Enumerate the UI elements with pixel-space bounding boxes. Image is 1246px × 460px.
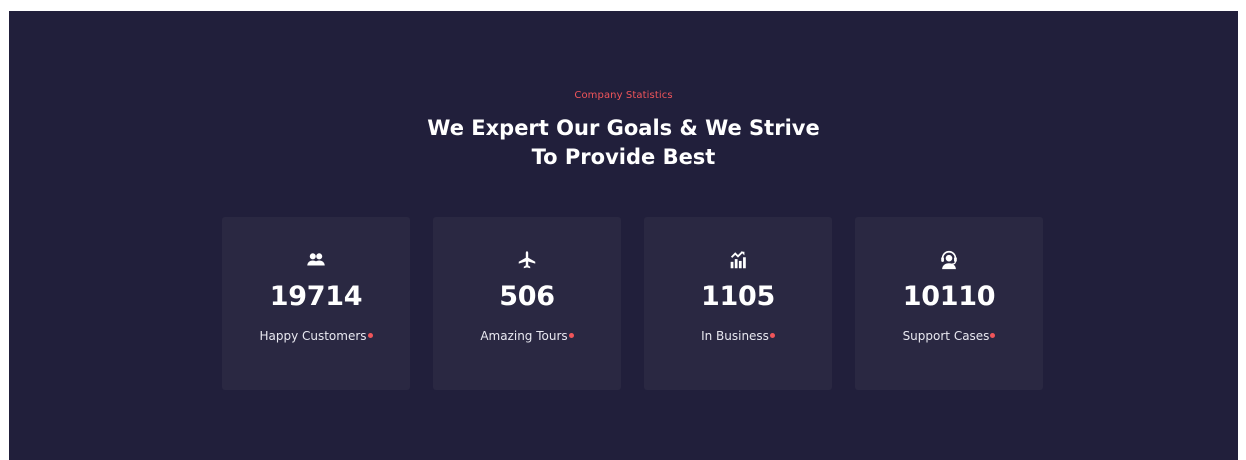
users-icon — [222, 249, 410, 271]
stat-label-text: Support Cases — [902, 329, 990, 343]
accent-dot — [367, 333, 373, 338]
support-agent-icon — [855, 249, 1043, 271]
stat-label: In Business — [644, 329, 832, 343]
airplane-icon — [433, 249, 621, 271]
stat-label: Amazing Tours — [433, 329, 621, 343]
stat-card-happy-customers: 19714 Happy Customers — [222, 217, 410, 390]
stat-card-support-cases: 10110 Support Cases — [855, 217, 1043, 390]
stat-card-in-business: 1105 In Business — [644, 217, 832, 390]
headline-line-1: We Expert Our Goals & We Strive — [427, 116, 820, 140]
stat-label: Happy Customers — [222, 329, 410, 343]
section-headline: We Expert Our Goals & We Strive To Provi… — [9, 114, 1238, 172]
company-statistics-section: Company Statistics We Expert Our Goals &… — [9, 11, 1238, 460]
accent-dot — [990, 333, 996, 338]
stat-value: 10110 — [902, 281, 996, 312]
accent-dot — [769, 333, 775, 338]
section-eyebrow: Company Statistics — [574, 90, 673, 101]
chart-growth-icon — [644, 249, 832, 271]
stat-label-text: Amazing Tours — [480, 329, 568, 343]
stat-value: 19714 — [269, 281, 363, 312]
accent-dot — [568, 333, 574, 338]
stat-label: Support Cases — [855, 329, 1043, 343]
stat-card-amazing-tours: 506 Amazing Tours — [433, 217, 621, 390]
stat-value: 506 — [499, 281, 555, 312]
stat-label-text: Happy Customers — [259, 329, 367, 343]
stat-value: 1105 — [701, 281, 775, 312]
headline-line-2: To Provide Best — [531, 145, 716, 169]
stat-label-text: In Business — [701, 329, 769, 343]
